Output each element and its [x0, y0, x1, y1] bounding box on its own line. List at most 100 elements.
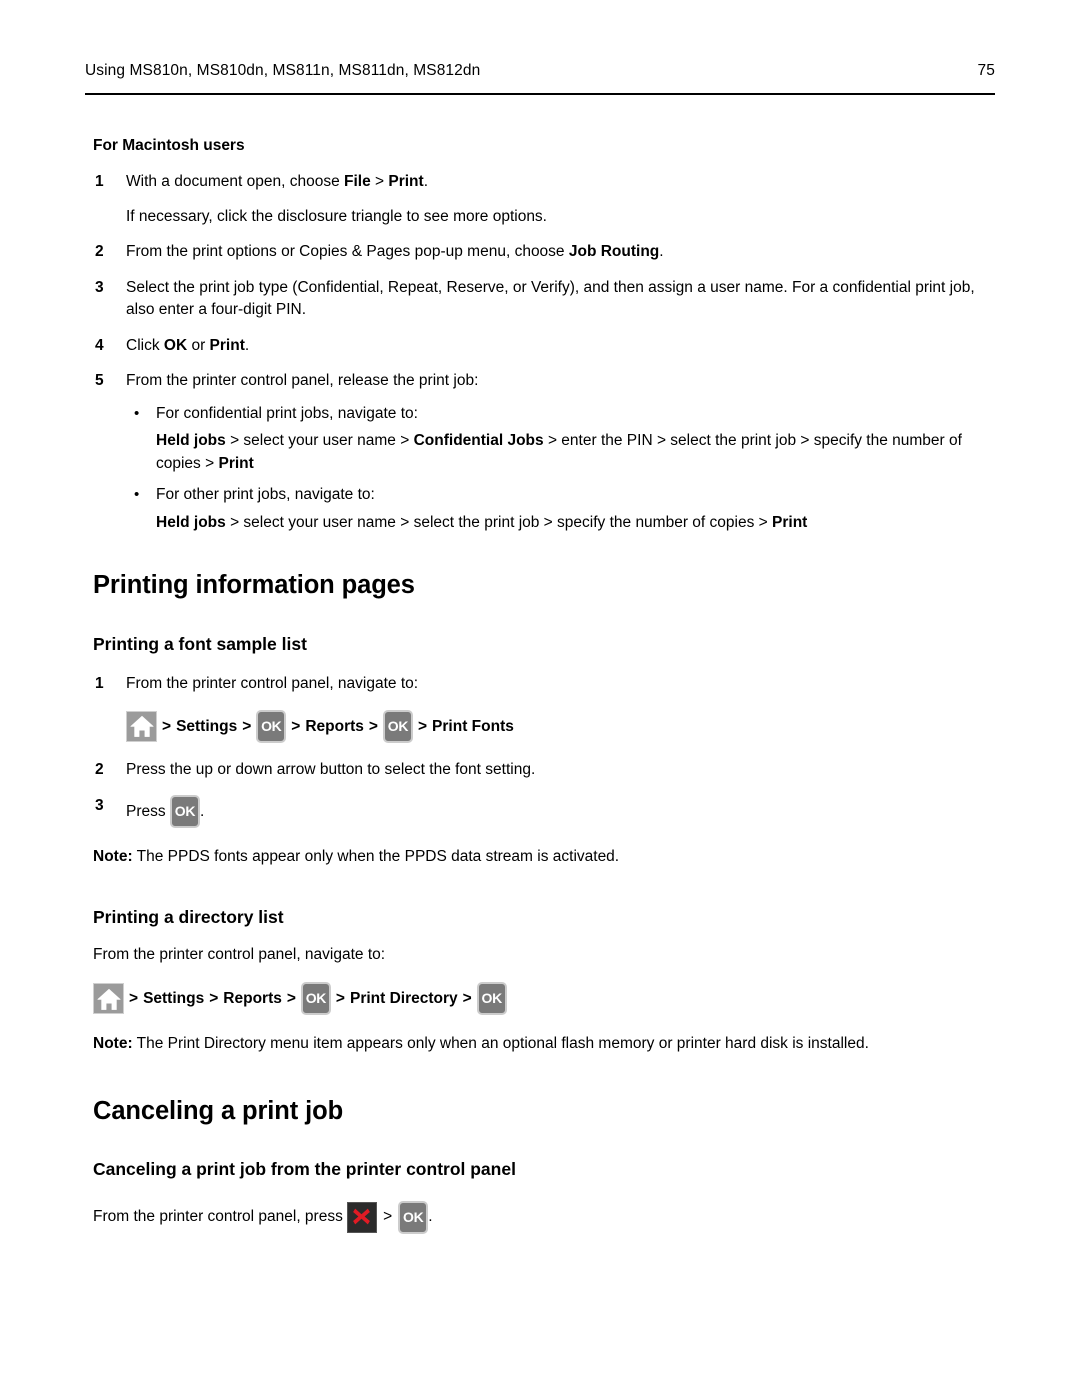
path-separator: >	[462, 989, 472, 1007]
ok-button-icon[interactable]: OK	[476, 982, 507, 1016]
release-job-bullets: • For confidential print jobs, navigate …	[126, 403, 997, 534]
ok-button-icon[interactable]: OK	[256, 709, 287, 743]
path-separator: >	[335, 989, 345, 1007]
body-text: .	[244, 336, 250, 354]
menu-item-label: Settings	[176, 717, 238, 735]
menu-item-label: Settings	[143, 989, 205, 1007]
body-text: >	[370, 173, 389, 191]
step-number: 2	[95, 760, 104, 778]
list-item: 1 With a document open, choose File > Pr…	[93, 171, 997, 228]
emphasis-text: Held jobs	[156, 432, 226, 450]
navigation-path: Held jobs > select your user name > sele…	[156, 512, 997, 534]
step-text: From the printer control panel, navigate…	[126, 675, 419, 693]
body-text: .	[659, 243, 664, 261]
menu-item-label: Reports	[223, 989, 282, 1007]
ok-button-icon[interactable]: OK	[398, 1201, 429, 1235]
page-content: For Macintosh users 1 With a document op…	[93, 136, 997, 1235]
body-text: From the printer control panel, release …	[126, 372, 479, 390]
ok-button-icon[interactable]: OK	[300, 982, 331, 1016]
ok-button-icon[interactable]: OK	[382, 709, 413, 743]
cancel-press-line: From the printer control panel, press > O…	[93, 1201, 997, 1235]
step-text: Select the print job type (Confidential,…	[126, 279, 975, 318]
navigation-key-chain-print-fonts: > Settings > OK > Reports > OK > Print Fonts	[126, 709, 997, 743]
note-ppds-fonts: Note: The PPDS fonts appear only when th…	[93, 846, 997, 868]
header-title: Using MS810n, MS810dn, MS811n, MS811dn, …	[85, 62, 481, 79]
body-text: With a document open, choose	[126, 173, 344, 191]
home-icon[interactable]	[126, 710, 157, 742]
emphasis-text: Print	[218, 454, 254, 472]
emphasis-text: Held jobs	[156, 513, 226, 531]
cancel-line-prefix: From the printer control panel, press	[93, 1208, 348, 1226]
emphasis-text: Job Routing	[568, 243, 660, 261]
step-text: Press the up or down arrow button to sel…	[126, 760, 536, 778]
body-text: > select your user name > select the pri…	[225, 513, 773, 531]
step-subparagraph: If necessary, click the disclosure trian…	[126, 207, 547, 225]
note-label: Note:	[93, 848, 133, 866]
note-print-directory: Note: The Print Directory menu item appe…	[93, 1033, 997, 1055]
ok-button-icon[interactable]: OK	[169, 795, 200, 829]
chapter-heading-canceling-print-job: Canceling a print job	[93, 1096, 344, 1125]
body-text: From the print options or Copies & Pages…	[126, 243, 569, 261]
path-separator: >	[291, 717, 301, 735]
note-text: The PPDS fonts appear only when the PPDS…	[132, 848, 620, 866]
step-text: With a document open, choose File > Prin…	[126, 173, 428, 190]
cancel-icon[interactable]	[347, 1202, 378, 1234]
emphasis-text: File	[344, 173, 371, 191]
press-suffix: .	[199, 802, 205, 820]
bullet-dot-icon: •	[134, 404, 140, 422]
bullet-dot-icon: •	[134, 486, 140, 504]
list-item: 2 Press the up or down arrow button to s…	[93, 759, 997, 781]
step-number: 4	[95, 336, 104, 354]
section-heading-font-sample-list: Printing a font sample list	[93, 633, 307, 654]
body-text: Select the print job type (Confidential,…	[126, 278, 975, 319]
document-page: Using MS810n, MS810dn, MS811n, MS811dn, …	[0, 0, 1080, 1397]
path-separator: >	[286, 989, 296, 1007]
path-separator: >	[209, 989, 219, 1007]
list-item: • For confidential print jobs, navigate …	[126, 403, 997, 475]
press-label: Press	[126, 802, 170, 820]
font-sample-steps-list: 1 From the printer control panel, naviga…	[93, 673, 997, 829]
home-icon[interactable]	[93, 983, 124, 1015]
emphasis-text: Print	[388, 173, 424, 191]
macintosh-steps-list: 1 With a document open, choose File > Pr…	[93, 171, 997, 534]
page-header: Using MS810n, MS810dn, MS811n, MS811dn, …	[85, 62, 995, 80]
directory-intro-text: From the printer control panel, navigate…	[93, 945, 386, 963]
step-text: From the print options or Copies & Pages…	[126, 243, 664, 260]
emphasis-text: OK	[163, 336, 188, 354]
path-separator: >	[417, 717, 428, 735]
body-text: Click	[126, 336, 164, 354]
list-item: 3 Press OK.	[93, 795, 997, 829]
path-separator: >	[162, 717, 172, 735]
note-label: Note:	[93, 1035, 133, 1053]
step-number: 1	[95, 675, 104, 693]
step-text: From the printer control panel, release …	[126, 372, 478, 389]
step-number: 5	[95, 372, 104, 390]
emphasis-text: Confidential Jobs	[413, 432, 544, 450]
list-item: 4 Click OK or Print.	[93, 335, 997, 357]
macintosh-subheading: For Macintosh users	[93, 137, 245, 154]
path-separator: >	[129, 989, 139, 1007]
path-separator: >	[383, 1208, 393, 1226]
emphasis-text: Print	[209, 336, 245, 354]
list-item: 3 Select the print job type (Confidentia…	[93, 277, 997, 322]
emphasis-text: Print	[772, 513, 808, 531]
step-number: 3	[95, 278, 104, 296]
path-separator: >	[368, 717, 378, 735]
note-text: The Print Directory menu item appears on…	[132, 1035, 869, 1053]
bullet-lead-text: For other print jobs, navigate to:	[156, 486, 375, 504]
menu-item-label: Print Directory	[349, 989, 458, 1007]
chapter-heading-printing-information-pages: Printing information pages	[93, 571, 415, 599]
header-divider	[85, 93, 995, 96]
cancel-line-suffix: .	[428, 1208, 433, 1226]
page-number: 75	[977, 62, 995, 79]
list-item: 1 From the printer control panel, naviga…	[93, 673, 997, 743]
step-number: 3	[95, 797, 104, 815]
step-number: 2	[95, 243, 104, 261]
press-ok-line: Press OK.	[126, 795, 997, 829]
navigation-path: Held jobs > select your user name > Conf…	[156, 430, 997, 475]
bullet-lead-text: For confidential print jobs, navigate to…	[156, 404, 418, 422]
list-item: 5 From the printer control panel, releas…	[93, 370, 997, 534]
body-text: or	[187, 336, 210, 354]
section-heading-directory-list: Printing a directory list	[93, 906, 284, 927]
list-item: • For other print jobs, navigate to: Hel…	[126, 484, 997, 534]
